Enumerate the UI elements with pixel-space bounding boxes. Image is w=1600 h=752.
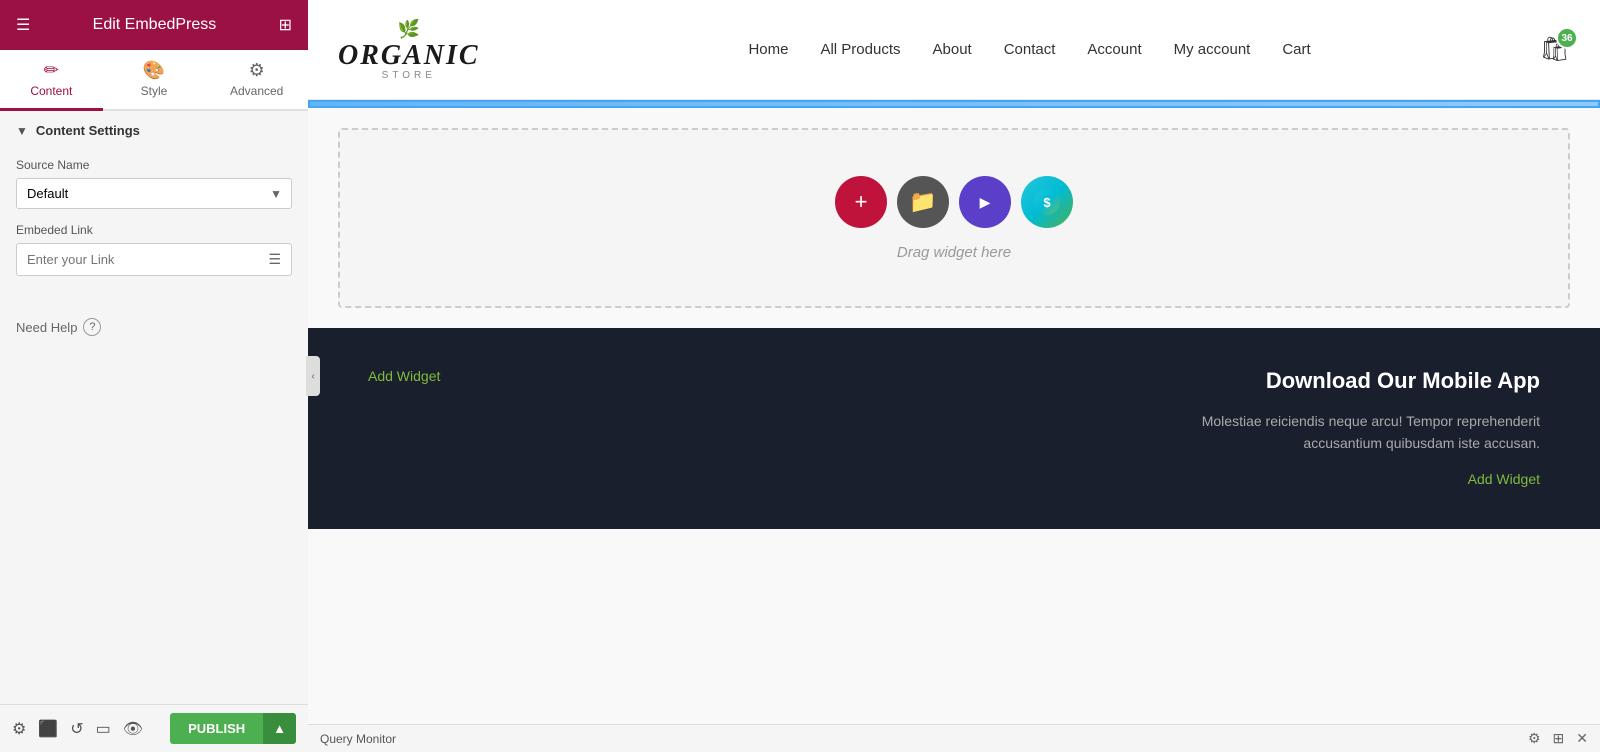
main-area: 🌿 Organic Store Home All Products About … bbox=[308, 0, 1600, 752]
widget-buttons: + 📁 ▶ bbox=[835, 176, 1073, 228]
collapse-handle[interactable]: ‹ bbox=[306, 356, 320, 396]
content-settings-toggle[interactable]: ▼ Content Settings bbox=[0, 111, 308, 150]
history-icon[interactable]: ↺ bbox=[70, 719, 83, 739]
footer-right: Download Our Mobile App Molestiae reicie… bbox=[1180, 368, 1540, 489]
embed-link-menu-icon[interactable]: ☰ bbox=[258, 251, 291, 268]
nav-cart[interactable]: Cart bbox=[1282, 41, 1310, 58]
eye-icon[interactable]: 👁 bbox=[123, 719, 143, 739]
source-name-select[interactable]: Default Custom bbox=[16, 178, 292, 209]
footer-title: Download Our Mobile App bbox=[1180, 368, 1540, 394]
nav-my-account[interactable]: My account bbox=[1174, 41, 1251, 58]
nav-about[interactable]: About bbox=[933, 41, 972, 58]
nav-all-products[interactable]: All Products bbox=[820, 41, 900, 58]
publish-button[interactable]: PUBLISH bbox=[170, 713, 263, 744]
logo: 🌿 Organic Store bbox=[338, 19, 480, 81]
embed-link-label: Embeded Link bbox=[16, 223, 292, 237]
svg-text:$: $ bbox=[1043, 195, 1051, 210]
qm-settings-icon[interactable]: ⚙ bbox=[1528, 730, 1541, 747]
footer-left: Add Widget bbox=[368, 368, 440, 386]
sidebar-header: ☰ Edit EmbedPress ⊞ bbox=[0, 0, 308, 50]
style-tab-icon: 🎨 bbox=[143, 60, 165, 81]
help-icon[interactable]: ? bbox=[83, 318, 101, 336]
sidebar-tabs: ✏ Content 🎨 Style ⚙ Advanced bbox=[0, 50, 308, 111]
responsive-icon[interactable]: ▭ bbox=[96, 719, 111, 739]
qm-right: ⚙ ⊞ ✕ bbox=[1528, 730, 1588, 747]
tab-content[interactable]: ✏ Content bbox=[0, 50, 103, 111]
scribd-widget-button[interactable]: $ bbox=[1021, 176, 1073, 228]
add-widget-right[interactable]: Add Widget bbox=[1468, 471, 1540, 487]
tab-style[interactable]: 🎨 Style bbox=[103, 50, 206, 111]
embed-link-row: Embeded Link ☰ bbox=[16, 223, 292, 276]
need-help-label: Need Help bbox=[16, 320, 77, 335]
nav-links: Home All Products About Contact Account … bbox=[520, 41, 1540, 58]
source-name-row: Source Name Default Custom ▼ bbox=[16, 158, 292, 209]
page-content: + 📁 ▶ bbox=[308, 100, 1600, 724]
content-settings-label: Content Settings bbox=[36, 123, 140, 138]
advanced-tab-icon: ⚙ bbox=[249, 60, 265, 81]
highlight-bar bbox=[308, 100, 1600, 108]
source-name-label: Source Name bbox=[16, 158, 292, 172]
footer-area: Add Widget Download Our Mobile App Moles… bbox=[308, 328, 1600, 529]
nav-home[interactable]: Home bbox=[748, 41, 788, 58]
sidebar-bottom: ⚙ ⬛ ↺ ▭ 👁 PUBLISH ▲ bbox=[0, 704, 308, 752]
menu-icon[interactable]: ☰ bbox=[16, 15, 30, 35]
publish-dropdown-button[interactable]: ▲ bbox=[263, 713, 296, 744]
add-widget-button[interactable]: + bbox=[835, 176, 887, 228]
svg-text:▶: ▶ bbox=[980, 194, 991, 210]
nav-bar: 🌿 Organic Store Home All Products About … bbox=[308, 0, 1600, 100]
publish-section: PUBLISH ▲ bbox=[170, 713, 296, 744]
tab-advanced[interactable]: ⚙ Advanced bbox=[205, 50, 308, 111]
style-tab-label: Style bbox=[141, 84, 168, 98]
layers-icon[interactable]: ⬛ bbox=[38, 719, 58, 739]
qm-expand-icon[interactable]: ⊞ bbox=[1553, 730, 1565, 747]
need-help-section: Need Help ? bbox=[0, 306, 308, 348]
footer-description: Molestiae reiciendis neque arcu! Tempor … bbox=[1180, 410, 1540, 455]
content-tab-icon: ✏ bbox=[44, 60, 59, 81]
sidebar: ☰ Edit EmbedPress ⊞ ✏ Content 🎨 Style ⚙ … bbox=[0, 0, 308, 752]
bottom-icons: ⚙ ⬛ ↺ ▭ 👁 bbox=[12, 719, 143, 739]
arrow-icon: ▼ bbox=[16, 124, 28, 138]
query-monitor-bar: Query Monitor ⚙ ⊞ ✕ bbox=[308, 724, 1600, 752]
sidebar-title: Edit EmbedPress bbox=[93, 16, 217, 34]
add-widget-left[interactable]: Add Widget bbox=[368, 368, 440, 384]
cart-wrapper[interactable]: 🛍 36 bbox=[1540, 35, 1570, 64]
nav-contact[interactable]: Contact bbox=[1004, 41, 1056, 58]
source-name-dropdown-wrapper: Default Custom ▼ bbox=[16, 178, 292, 209]
qm-close-icon[interactable]: ✕ bbox=[1576, 730, 1588, 747]
cart-badge: 36 bbox=[1556, 27, 1578, 49]
advanced-tab-label: Advanced bbox=[230, 84, 283, 98]
embed-link-input[interactable] bbox=[17, 244, 258, 275]
logo-leaf-icon: 🌿 bbox=[398, 19, 420, 40]
form-section: Source Name Default Custom ▼ Embeded Lin… bbox=[0, 150, 308, 306]
drag-widget-text: Drag widget here bbox=[897, 244, 1011, 261]
embed-widget-button[interactable]: ▶ bbox=[959, 176, 1011, 228]
settings-icon[interactable]: ⚙ bbox=[12, 719, 26, 739]
logo-sub: Store bbox=[382, 70, 436, 81]
logo-text: Organic bbox=[338, 40, 480, 72]
query-monitor-label[interactable]: Query Monitor bbox=[320, 732, 396, 746]
embed-link-wrapper: ☰ bbox=[16, 243, 292, 276]
content-tab-label: Content bbox=[30, 84, 72, 98]
sidebar-content: ▼ Content Settings Source Name Default C… bbox=[0, 111, 308, 704]
nav-account[interactable]: Account bbox=[1087, 41, 1141, 58]
widget-drop-zone: + 📁 ▶ bbox=[338, 128, 1570, 308]
folder-widget-button[interactable]: 📁 bbox=[897, 176, 949, 228]
grid-icon[interactable]: ⊞ bbox=[279, 15, 292, 35]
